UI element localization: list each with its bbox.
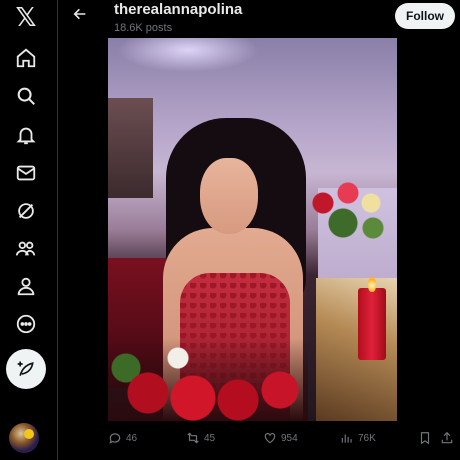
sidebar: 𝕏 xyxy=(0,0,58,460)
reply-count: 46 xyxy=(126,432,138,444)
nav-home[interactable] xyxy=(8,40,44,76)
views-button[interactable]: 76K xyxy=(340,428,376,448)
nav-notifications[interactable] xyxy=(8,117,44,153)
reply-icon xyxy=(109,433,121,444)
photo-flowers xyxy=(303,173,393,253)
reply-button[interactable]: 46 xyxy=(108,428,137,448)
mail-icon xyxy=(16,165,36,181)
account-avatar[interactable] xyxy=(9,423,39,453)
post-media-image[interactable] xyxy=(108,38,397,421)
nav-profile[interactable] xyxy=(8,268,44,304)
share-icon xyxy=(441,431,453,444)
search-icon xyxy=(17,87,35,105)
feather-plus-icon xyxy=(17,361,34,376)
bell-icon xyxy=(16,127,36,145)
media-edge xyxy=(397,38,405,421)
bookmark-icon xyxy=(420,432,430,445)
communities-icon xyxy=(15,241,36,256)
x-logo-icon: 𝕏 xyxy=(15,3,37,33)
more-icon xyxy=(16,314,36,334)
repost-count: 45 xyxy=(204,432,216,444)
grok-icon xyxy=(18,203,34,219)
nav-communities[interactable] xyxy=(8,231,44,267)
view-count: 76K xyxy=(358,432,376,444)
views-chart-icon xyxy=(341,434,352,443)
post-count: 18.6K posts xyxy=(114,22,173,34)
photo-face xyxy=(200,158,258,234)
like-count: 954 xyxy=(281,432,298,444)
home-icon xyxy=(16,48,36,68)
photo-roses xyxy=(108,338,308,421)
heart-icon xyxy=(264,433,276,444)
nav-grok[interactable] xyxy=(8,193,44,229)
like-button[interactable]: 954 xyxy=(263,428,298,448)
back-button[interactable] xyxy=(70,4,90,24)
profile-icon xyxy=(17,277,35,296)
follow-button[interactable]: Follow xyxy=(395,3,455,29)
photo-candle xyxy=(358,288,386,360)
bookmark-button[interactable] xyxy=(418,428,432,448)
repost-button[interactable]: 45 xyxy=(186,428,215,448)
share-button[interactable] xyxy=(440,428,454,448)
nav-messages[interactable] xyxy=(8,155,44,191)
x-logo[interactable]: 𝕏 xyxy=(8,0,44,36)
nav-more[interactable] xyxy=(8,306,44,342)
compose-post-button[interactable] xyxy=(6,349,46,389)
arrow-left-icon xyxy=(73,8,86,20)
photo-shelf xyxy=(108,98,153,198)
repost-icon xyxy=(187,432,199,444)
photo-flame xyxy=(368,276,376,292)
profile-name: therealannapolina xyxy=(114,1,243,18)
nav-explore[interactable] xyxy=(8,78,44,114)
